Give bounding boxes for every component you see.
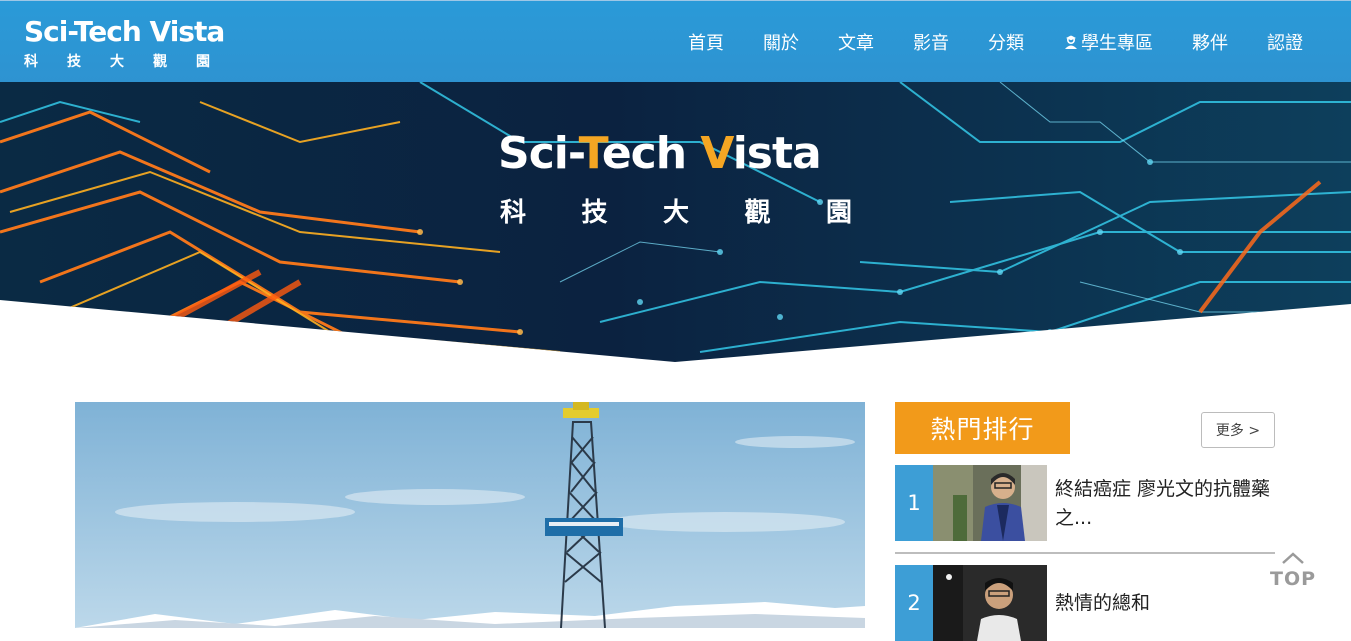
nav-label: 影音	[913, 33, 949, 54]
featured-article-image[interactable]	[75, 402, 865, 628]
more-button[interactable]: 更多 >	[1201, 412, 1275, 448]
logo-zh-char: 技	[67, 54, 81, 70]
logo-zh-char: 大	[110, 54, 124, 70]
hero-title-english: Sci-Tech Vista	[498, 128, 822, 179]
ranking-item-title[interactable]: 熱情的總和	[1055, 589, 1275, 618]
hero-zh-char: 科	[500, 198, 527, 228]
ranking-thumbnail[interactable]	[933, 565, 1047, 641]
hero-zh-char: 園	[825, 198, 852, 228]
ranking-divider	[895, 552, 1275, 554]
hero-banner: Sci-Tech Vista 科 技 大 觀 園	[0, 82, 1351, 372]
nav-label: 夥伴	[1192, 33, 1228, 54]
nav-label: 分類	[988, 33, 1024, 54]
rank-number: 1	[895, 465, 939, 541]
hero-zh-char: 技	[581, 198, 608, 228]
hero-title-part: ista	[732, 128, 822, 179]
popular-ranking-panel: 熱門排行 更多 > 1 終結癌症 廖光文的抗體藥之... 2 熱情的總和	[895, 402, 1275, 641]
portrait-photo	[933, 565, 1047, 641]
ranking-title: 熱門排行	[895, 402, 1070, 454]
nav-item-students[interactable]: 學生專區	[1063, 29, 1153, 55]
logo-chinese-text: 科 技 大 觀 園	[24, 51, 210, 71]
main-menu: 首頁 關於 文章 影音 分類 學生專區 夥伴 認證	[688, 1, 1351, 83]
logo-zh-char: 觀	[153, 54, 167, 70]
ranking-header: 熱門排行 更多 >	[895, 402, 1275, 454]
logo-zh-char: 科	[24, 54, 38, 70]
back-to-top-button[interactable]: TOP	[1268, 548, 1318, 594]
hero-zh-char: 大	[662, 198, 689, 228]
nav-item-about[interactable]: 關於	[763, 29, 799, 55]
nav-label: 首頁	[688, 33, 724, 54]
ranking-item-title[interactable]: 終結癌症 廖光文的抗體藥之...	[1055, 475, 1275, 533]
oil-rig-photo	[75, 402, 865, 628]
back-to-top-label: TOP	[1270, 568, 1317, 590]
nav-label: 關於	[763, 33, 799, 54]
nav-item-home[interactable]: 首頁	[688, 29, 724, 55]
hero-logo: Sci-Tech Vista 科 技 大 觀 園	[498, 128, 858, 248]
hero-zh-char: 觀	[744, 198, 771, 228]
hero-title-accent: T	[578, 128, 603, 179]
nav-item-partners[interactable]: 夥伴	[1192, 29, 1228, 55]
nav-label: 認證	[1267, 33, 1303, 54]
student-icon	[1063, 34, 1079, 50]
logo-zh-char: 園	[196, 54, 210, 70]
nav-label: 文章	[838, 33, 874, 54]
nav-item-videos[interactable]: 影音	[913, 29, 949, 55]
ranking-item[interactable]: 1 終結癌症 廖光文的抗體藥之...	[895, 465, 1275, 541]
site-logo[interactable]: Sci-Tech Vista 科 技 大 觀 園	[24, 11, 225, 75]
portrait-photo	[933, 465, 1047, 541]
hero-title-chinese: 科 技 大 觀 園	[500, 192, 852, 229]
hero-title-part: ech	[601, 128, 701, 179]
nav-item-articles[interactable]: 文章	[838, 29, 874, 55]
nav-item-categories[interactable]: 分類	[988, 29, 1024, 55]
hero-title-part: Sci-	[498, 128, 580, 179]
chevron-up-icon	[1282, 552, 1304, 564]
ranking-item[interactable]: 2 熱情的總和	[895, 565, 1275, 641]
ranking-thumbnail[interactable]	[933, 465, 1047, 541]
nav-label: 學生專區	[1081, 33, 1153, 54]
hero-title-accent: V	[700, 128, 733, 179]
rank-number: 2	[895, 565, 939, 641]
logo-english-text: Sci-Tech Vista	[24, 15, 225, 48]
nav-item-certification[interactable]: 認證	[1267, 29, 1303, 55]
top-navigation-bar: Sci-Tech Vista 科 技 大 觀 園 首頁 關於 文章 影音 分類 …	[0, 0, 1351, 82]
